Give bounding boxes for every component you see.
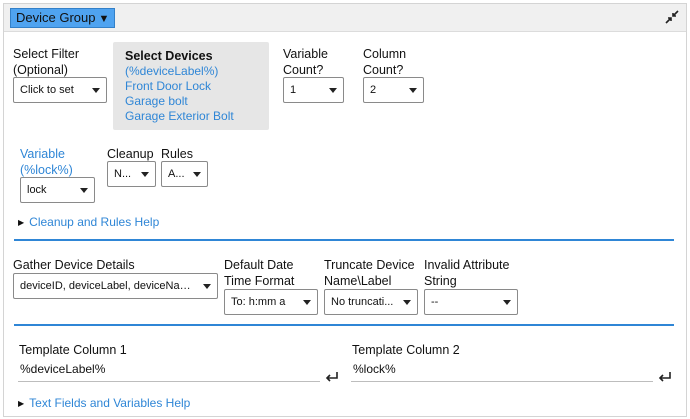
invalid-attribute-label: Invalid Attribute String: [424, 257, 509, 289]
disclosure-triangle-icon: ▶: [18, 399, 25, 408]
filter-select[interactable]: Click to set: [13, 77, 107, 103]
truncate-select[interactable]: No truncati...: [324, 289, 418, 315]
panel-header: Device Group ▼: [4, 4, 686, 32]
device-list-item[interactable]: Garage bolt: [125, 94, 257, 109]
select-devices-title: Select Devices: [125, 49, 213, 63]
caret-down-icon: [141, 172, 149, 177]
variable-count-label-line2: Count?: [283, 63, 324, 77]
device-group-label: Device Group: [16, 10, 96, 25]
column-count-select[interactable]: 2: [363, 77, 424, 103]
caret-down-icon: [193, 172, 201, 177]
gather-details-select[interactable]: deviceID, deviceLabel, deviceName, la...: [13, 273, 218, 299]
cleanup-rules-help-toggle[interactable]: ▶ Cleanup and Rules Help: [18, 214, 159, 231]
caret-down-icon: [403, 300, 411, 305]
rules-select-value: A...: [168, 168, 185, 180]
caret-down-icon: [329, 88, 337, 93]
section-divider: [14, 239, 674, 241]
text-fields-help-toggle[interactable]: ▶ Text Fields and Variables Help: [18, 395, 190, 412]
column-count-label: Column Count?: [363, 46, 406, 78]
caret-down-icon: [409, 88, 417, 93]
template-column-2-input[interactable]: %lock%: [351, 358, 653, 382]
truncate-label: Truncate Device Name\Label: [324, 257, 415, 289]
filter-label: Select Filter (Optional): [13, 46, 79, 78]
enter-return-icon[interactable]: [657, 370, 673, 384]
date-format-label-line2: Time Format: [224, 274, 295, 288]
date-format-label: Default Date Time Format: [224, 257, 294, 289]
template-column-1-input[interactable]: %deviceLabel%: [18, 358, 320, 382]
variable-count-label-line1: Variable: [283, 47, 328, 61]
template-column-1-label: Template Column 1: [19, 343, 127, 357]
gather-details-label: Gather Device Details: [13, 258, 135, 272]
device-list-item[interactable]: Garage Exterior Bolt: [125, 109, 257, 124]
caret-down-icon: [303, 300, 311, 305]
caret-down-icon: [80, 188, 88, 193]
date-format-select[interactable]: To: h:mm a: [224, 289, 318, 315]
text-fields-help-label: Text Fields and Variables Help: [29, 396, 191, 410]
invalid-attribute-label-line2: String: [424, 274, 457, 288]
dropdown-triangle-icon: ▼: [98, 13, 110, 25]
variable-label-line2: (%lock%): [20, 163, 73, 177]
section-divider: [14, 324, 674, 326]
device-group-panel: Device Group ▼ Select Filter (Optional) C…: [3, 3, 687, 417]
template-column-2-label: Template Column 2: [352, 343, 460, 357]
device-group-button[interactable]: Device Group ▼: [10, 8, 116, 28]
gather-details-value: deviceID, deviceLabel, deviceName, la...: [20, 280, 217, 292]
date-format-label-line1: Default Date: [224, 258, 294, 272]
truncate-label-line2: Name\Label: [324, 274, 392, 288]
variable-count-select[interactable]: 1: [283, 77, 344, 103]
caret-down-icon: [203, 284, 211, 289]
variable-label-line1: Variable: [20, 147, 65, 161]
variable-count-label: Variable Count?: [283, 46, 328, 78]
filter-label-line2: (Optional): [13, 63, 68, 77]
device-list-item[interactable]: (%deviceLabel%): [125, 64, 257, 79]
variable-select[interactable]: lock: [20, 177, 95, 203]
device-list-item[interactable]: Front Door Lock: [125, 79, 257, 94]
rules-label: Rules: [161, 147, 193, 161]
truncate-label-line1: Truncate Device: [324, 258, 415, 272]
column-count-label-line1: Column: [363, 47, 407, 61]
column-count-label-line2: Count?: [363, 63, 404, 77]
invalid-attribute-label-line1: Invalid Attribute: [424, 258, 510, 272]
enter-return-icon[interactable]: [324, 370, 340, 384]
caret-down-icon: [92, 88, 100, 93]
invalid-attribute-select[interactable]: --: [424, 289, 518, 315]
cleanup-rules-help-label: Cleanup and Rules Help: [29, 215, 160, 229]
rules-select[interactable]: A...: [161, 161, 208, 187]
collapse-arrows-icon[interactable]: [664, 9, 680, 25]
cleanup-label: Cleanup: [107, 147, 154, 161]
cleanup-select[interactable]: N...: [107, 161, 156, 187]
caret-down-icon: [503, 300, 511, 305]
disclosure-triangle-icon: ▶: [18, 218, 25, 227]
variable-label: Variable (%lock%): [20, 146, 73, 178]
select-devices-box[interactable]: Select Devices (%deviceLabel%) Front Doo…: [113, 42, 269, 130]
filter-label-line1: Select Filter: [13, 47, 79, 61]
